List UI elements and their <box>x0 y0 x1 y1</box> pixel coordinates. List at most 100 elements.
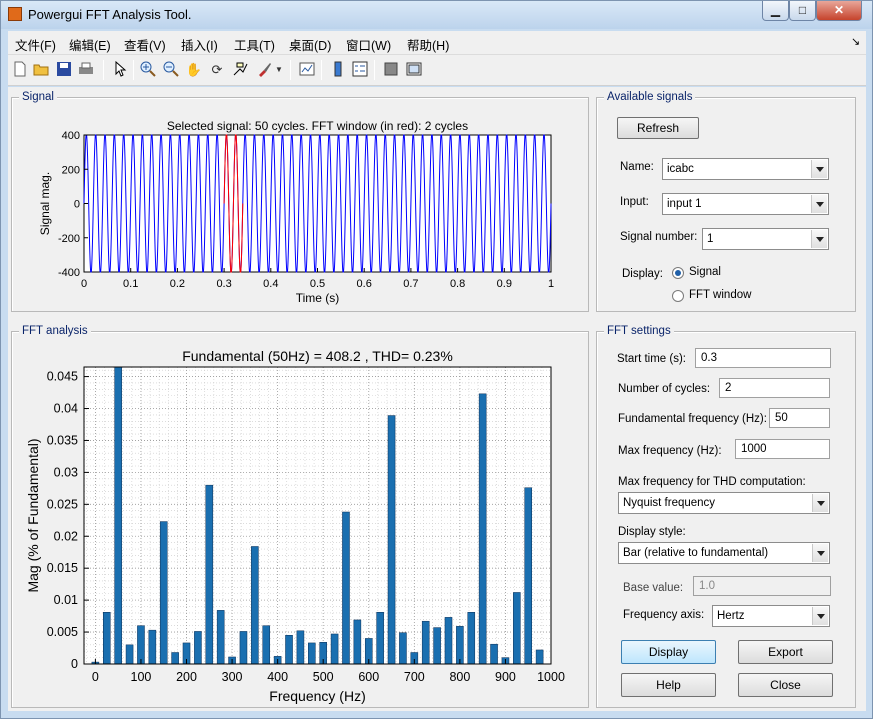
fft-bar <box>296 630 305 665</box>
signal-chart-title: Selected signal: 50 cycles. FFT window (… <box>167 119 468 133</box>
pointer-icon[interactable] <box>111 60 129 79</box>
fft-bar <box>205 484 214 665</box>
close-button[interactable]: Close <box>738 673 833 697</box>
fft-bar <box>239 631 248 665</box>
fft-bar <box>467 612 476 665</box>
menu-edit[interactable]: 编辑(E) <box>69 35 111 54</box>
display-label: Display: <box>622 268 663 280</box>
display-signal-radio[interactable] <box>672 267 684 279</box>
fft-ytick-label: 0.04 <box>54 402 78 416</box>
show-plot-tools-icon[interactable] <box>405 61 423 79</box>
fft-xtick-label: 200 <box>176 670 197 684</box>
insert-legend-icon[interactable] <box>351 61 369 79</box>
input-dropdown[interactable]: input 1 <box>662 193 829 215</box>
signal-ylabel: Signal mag. <box>38 172 52 235</box>
display-fft-window-radio[interactable] <box>672 290 684 302</box>
zoom-out-icon[interactable] <box>162 61 180 79</box>
fft-bar <box>103 612 111 665</box>
fft-ytick-label: 0.03 <box>54 465 78 479</box>
menu-desktop[interactable]: 桌面(D) <box>289 35 331 54</box>
max-freq-label: Max frequency (Hz): <box>618 445 722 457</box>
fft-ytick-label: 0.005 <box>47 625 78 639</box>
frequency-axis-dropdown[interactable]: Hertz <box>712 605 830 627</box>
fft-ytick-label: 0.035 <box>47 433 78 447</box>
thd-dropdown[interactable]: Nyquist frequency <box>618 492 830 514</box>
export-button[interactable]: Export <box>738 640 833 664</box>
fft-xtick-label: 700 <box>404 670 425 684</box>
chevron-down-icon <box>812 494 828 512</box>
signal-xtick-label: 0.4 <box>263 278 278 290</box>
fft-xtick-label: 400 <box>267 670 288 684</box>
help-button[interactable]: Help <box>621 673 716 697</box>
signal-xtick-label: 0.7 <box>403 278 418 290</box>
fft-bar <box>490 643 498 665</box>
menu-help[interactable]: 帮助(H) <box>407 35 449 54</box>
display-button[interactable]: Display <box>621 640 716 664</box>
menu-view[interactable]: 查看(V) <box>124 35 166 54</box>
fft-chart-title: Fundamental (50Hz) = 408.2 , THD= 0.23% <box>182 348 453 364</box>
signal-xtick-label: 0 <box>81 278 87 290</box>
dock-arrow-icon[interactable]: ↘ <box>851 35 860 48</box>
menu-bar: 文件(F) 编辑(E) 查看(V) 插入(I) 工具(T) 桌面(D) 窗口(W… <box>8 31 866 54</box>
base-value-label: Base value: <box>623 582 684 594</box>
fft-xtick-label: 100 <box>131 670 152 684</box>
fft-bar <box>342 511 350 665</box>
content-area: Signal Selected signal: 50 cycles. FFT w… <box>8 87 866 711</box>
display-style-value: Bar (relative to fundamental) <box>623 547 769 559</box>
signal-ytick-label: -400 <box>58 267 80 279</box>
new-file-icon[interactable] <box>11 61 29 79</box>
fft-xtick-label: 800 <box>449 670 470 684</box>
pan-hand-icon[interactable]: ✋ <box>185 61 203 79</box>
chevron-down-icon <box>811 195 827 213</box>
open-folder-icon[interactable] <box>32 61 50 79</box>
fft-bar <box>399 632 407 665</box>
input-value: input 1 <box>667 198 702 210</box>
chevron-down-icon <box>811 160 827 178</box>
brush-menu-icon[interactable]: ▼ <box>274 61 284 79</box>
signal-xtick-label: 0.6 <box>357 278 372 290</box>
thd-label: Max frequency for THD computation: <box>618 476 806 488</box>
available-signals-title: Available signals <box>604 91 696 103</box>
link-plot-icon[interactable] <box>298 61 316 79</box>
hide-plot-tools-icon[interactable] <box>382 61 400 79</box>
fft-bar <box>478 393 487 665</box>
fft-settings-title: FFT settings <box>604 325 674 337</box>
name-label: Name: <box>620 161 654 173</box>
maximize-button[interactable]: □ <box>789 1 816 21</box>
refresh-button[interactable]: Refresh <box>617 117 699 139</box>
signal-xtick-label: 0.5 <box>310 278 325 290</box>
menu-insert[interactable]: 插入(I) <box>181 35 218 54</box>
print-icon[interactable] <box>77 61 95 79</box>
menu-file[interactable]: 文件(F) <box>15 35 56 54</box>
cycles-field[interactable]: 2 <box>719 378 830 398</box>
signal-number-dropdown[interactable]: 1 <box>702 228 829 250</box>
name-value: icabc <box>667 163 694 175</box>
signal-xtick-label: 0.1 <box>123 278 138 290</box>
menu-tools[interactable]: 工具(T) <box>234 35 275 54</box>
save-icon[interactable] <box>55 61 73 79</box>
menu-window[interactable]: 窗口(W) <box>346 35 391 54</box>
fft-ytick-label: 0.02 <box>54 529 78 543</box>
fft-bar <box>524 487 533 665</box>
name-dropdown[interactable]: icabc <box>662 158 829 180</box>
fft-bar <box>387 415 396 665</box>
fft-analysis-panel: FFT analysis Fundamental (50Hz) = 408.2 … <box>11 325 589 708</box>
brush-icon[interactable] <box>255 61 273 79</box>
insert-colorbar-icon[interactable] <box>329 61 347 79</box>
fund-freq-field[interactable]: 50 <box>769 408 830 428</box>
start-time-field[interactable]: 0.3 <box>695 348 831 368</box>
fft-bar <box>194 631 202 665</box>
base-value-field[interactable]: 1.0 <box>693 576 831 596</box>
max-freq-field[interactable]: 1000 <box>735 439 830 459</box>
window-title: Powergui FFT Analysis Tool. <box>28 7 192 22</box>
toolbar: ✋ ⟳ ▼ <box>8 54 866 86</box>
zoom-in-icon[interactable] <box>139 61 157 79</box>
rotate-3d-icon[interactable]: ⟳ <box>208 61 226 79</box>
display-style-label: Display style: <box>618 526 686 538</box>
minimize-button[interactable]: ▁ <box>762 1 789 21</box>
signal-xtick-label: 0.9 <box>497 278 512 290</box>
data-cursor-icon[interactable] <box>231 61 249 79</box>
close-window-button[interactable]: ✕ <box>816 1 862 21</box>
signal-ytick-label: 400 <box>62 130 80 142</box>
display-style-dropdown[interactable]: Bar (relative to fundamental) <box>618 542 830 564</box>
